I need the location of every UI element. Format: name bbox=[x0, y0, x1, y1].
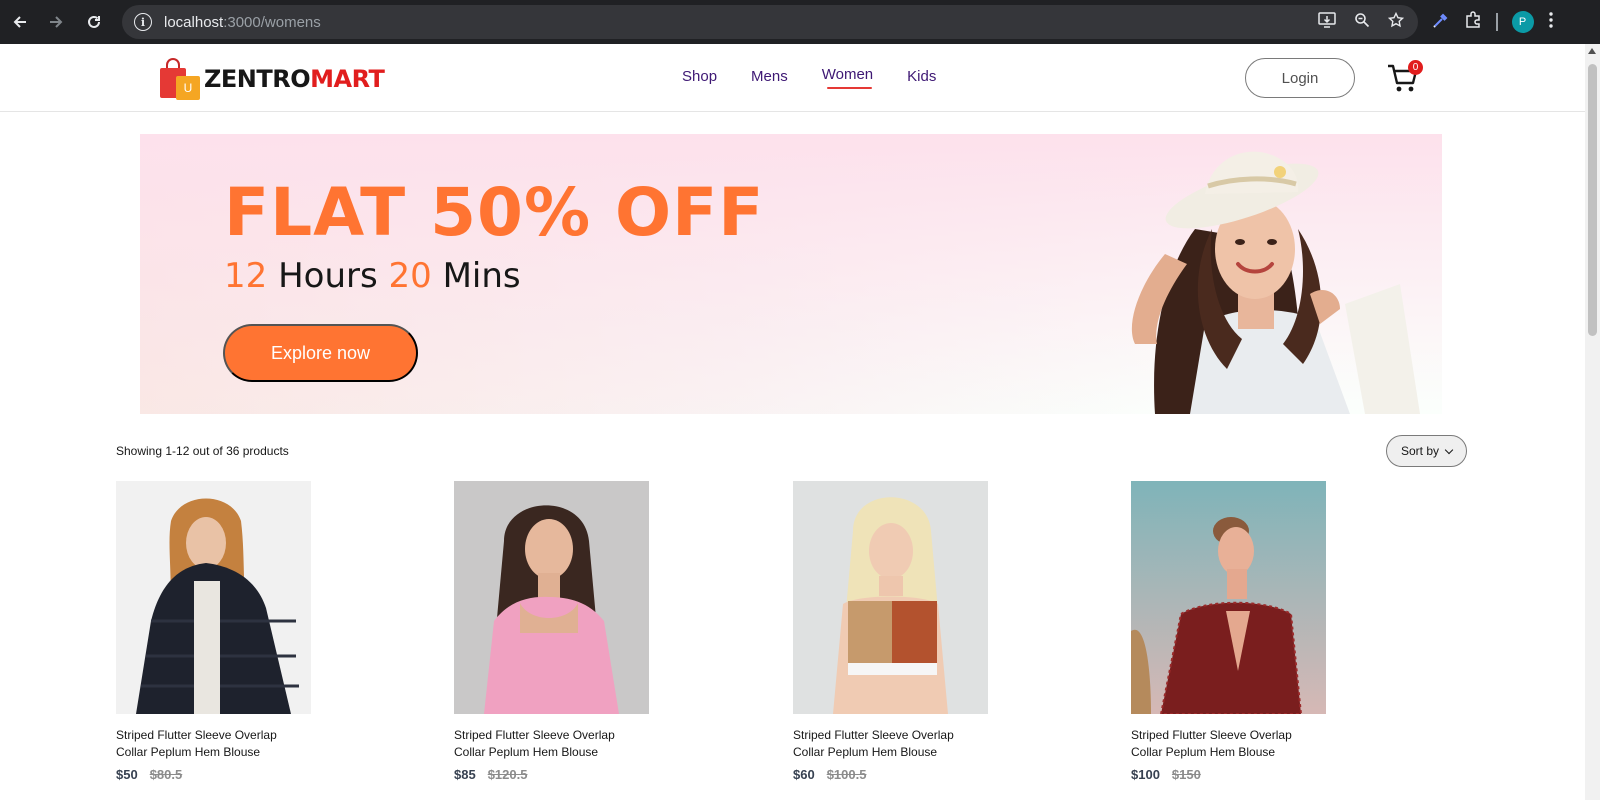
scroll-up-arrow[interactable] bbox=[1588, 48, 1596, 54]
product-sale-price: $100 bbox=[1131, 767, 1160, 782]
product-original-price: $120.5 bbox=[487, 767, 528, 782]
logo-wordmark: ZENTROMART bbox=[204, 65, 385, 93]
product-card[interactable]: Striped Flutter Sleeve Overlap Collar Pe… bbox=[793, 481, 993, 782]
product-price: $100 $150 bbox=[1131, 767, 1331, 782]
product-sale-price: $85 bbox=[454, 767, 476, 782]
product-image[interactable] bbox=[116, 481, 311, 714]
product-card[interactable]: Striped Flutter Sleeve Overlap Collar Pe… bbox=[116, 481, 316, 782]
product-original-price: $150 bbox=[1171, 767, 1201, 782]
product-price: $85 $120.5 bbox=[454, 767, 654, 782]
nav-women[interactable]: Women bbox=[822, 66, 873, 89]
product-name[interactable]: Striped Flutter Sleeve Overlap Collar Pe… bbox=[454, 727, 644, 761]
product-price: $50 $80.5 bbox=[116, 767, 316, 782]
toolbar-divider bbox=[1496, 13, 1498, 31]
forward-icon[interactable] bbox=[38, 4, 74, 40]
product-card[interactable]: Striped Flutter Sleeve Overlap Collar Pe… bbox=[454, 481, 654, 782]
product-name[interactable]: Striped Flutter Sleeve Overlap Collar Pe… bbox=[116, 727, 306, 761]
cart-count-badge: 0 bbox=[1408, 60, 1423, 75]
main-nav: Shop Mens Women Kids bbox=[682, 66, 936, 89]
back-icon[interactable] bbox=[2, 4, 38, 40]
nav-mens[interactable]: Mens bbox=[751, 68, 788, 85]
product-name[interactable]: Striped Flutter Sleeve Overlap Collar Pe… bbox=[793, 727, 983, 761]
hero-title: FLAT 50% OFF bbox=[224, 174, 765, 251]
countdown-hours-value: 12 bbox=[224, 256, 268, 296]
product-name[interactable]: Striped Flutter Sleeve Overlap Collar Pe… bbox=[1131, 727, 1321, 761]
site-header: U ZENTROMART Shop Mens Women Kids Login … bbox=[0, 44, 1585, 112]
reload-icon[interactable] bbox=[76, 4, 112, 40]
install-app-icon[interactable] bbox=[1318, 12, 1336, 32]
product-original-price: $80.5 bbox=[149, 767, 183, 782]
nav-kids[interactable]: Kids bbox=[907, 68, 936, 85]
product-original-price: $100.5 bbox=[826, 767, 867, 782]
url-path: :3000/womens bbox=[223, 13, 321, 31]
product-grid: Striped Flutter Sleeve Overlap Collar Pe… bbox=[116, 481, 1516, 800]
product-sale-price: $50 bbox=[116, 767, 138, 782]
cart-button[interactable]: 0 bbox=[1386, 60, 1423, 96]
address-bar[interactable]: i localhost:3000/womens bbox=[122, 5, 1418, 39]
results-count: Showing 1-12 out of 36 products bbox=[116, 444, 289, 458]
hero-model-image bbox=[1131, 151, 1420, 414]
scrollbar-thumb[interactable] bbox=[1588, 64, 1597, 336]
page-scrollbar[interactable] bbox=[1585, 44, 1600, 800]
countdown-mins-value: 20 bbox=[388, 256, 432, 296]
page-viewport: U ZENTROMART Shop Mens Women Kids Login … bbox=[0, 44, 1585, 800]
product-image[interactable] bbox=[454, 481, 649, 714]
url-text[interactable]: localhost:3000/womens bbox=[164, 14, 321, 31]
product-sale-price: $60 bbox=[793, 767, 815, 782]
logo-text-mart: MART bbox=[310, 65, 385, 93]
site-info-icon[interactable]: i bbox=[134, 13, 152, 31]
url-host: localhost bbox=[164, 13, 224, 31]
shopping-bag-icon: U bbox=[160, 58, 202, 100]
product-price: $60 $100.5 bbox=[793, 767, 993, 782]
menu-dots-icon[interactable] bbox=[1548, 11, 1554, 34]
nav-shop[interactable]: Shop bbox=[682, 68, 717, 85]
bookmark-star-icon[interactable] bbox=[1387, 11, 1405, 32]
login-button[interactable]: Login bbox=[1245, 58, 1355, 98]
countdown-hours-label: Hours bbox=[278, 256, 378, 296]
chevron-down-icon bbox=[1444, 445, 1454, 454]
profile-avatar[interactable]: P bbox=[1511, 11, 1534, 33]
eyedropper-icon[interactable] bbox=[1432, 11, 1450, 34]
product-card[interactable]: Striped Flutter Sleeve Overlap Collar Pe… bbox=[1131, 481, 1331, 782]
product-image[interactable] bbox=[793, 481, 988, 714]
hero-banner: FLAT 50% OFF 12 Hours 20 Mins Explore no… bbox=[140, 134, 1442, 414]
zoom-icon[interactable] bbox=[1354, 12, 1370, 32]
sort-by-label: Sort by bbox=[1400, 444, 1439, 458]
logo-text-zentro: ZENTRO bbox=[204, 65, 311, 93]
browser-toolbar: i localhost:3000/womens P bbox=[0, 0, 1600, 44]
sort-by-dropdown[interactable]: Sort by bbox=[1386, 435, 1467, 467]
logo-bag-letter: U bbox=[176, 76, 200, 100]
extensions-icon[interactable] bbox=[1464, 10, 1482, 34]
countdown-mins-label: Mins bbox=[442, 256, 521, 296]
hero-countdown: 12 Hours 20 Mins bbox=[224, 256, 521, 296]
product-image[interactable] bbox=[1131, 481, 1326, 715]
explore-now-button[interactable]: Explore now bbox=[223, 324, 418, 382]
site-logo[interactable]: U ZENTROMART bbox=[160, 58, 385, 100]
